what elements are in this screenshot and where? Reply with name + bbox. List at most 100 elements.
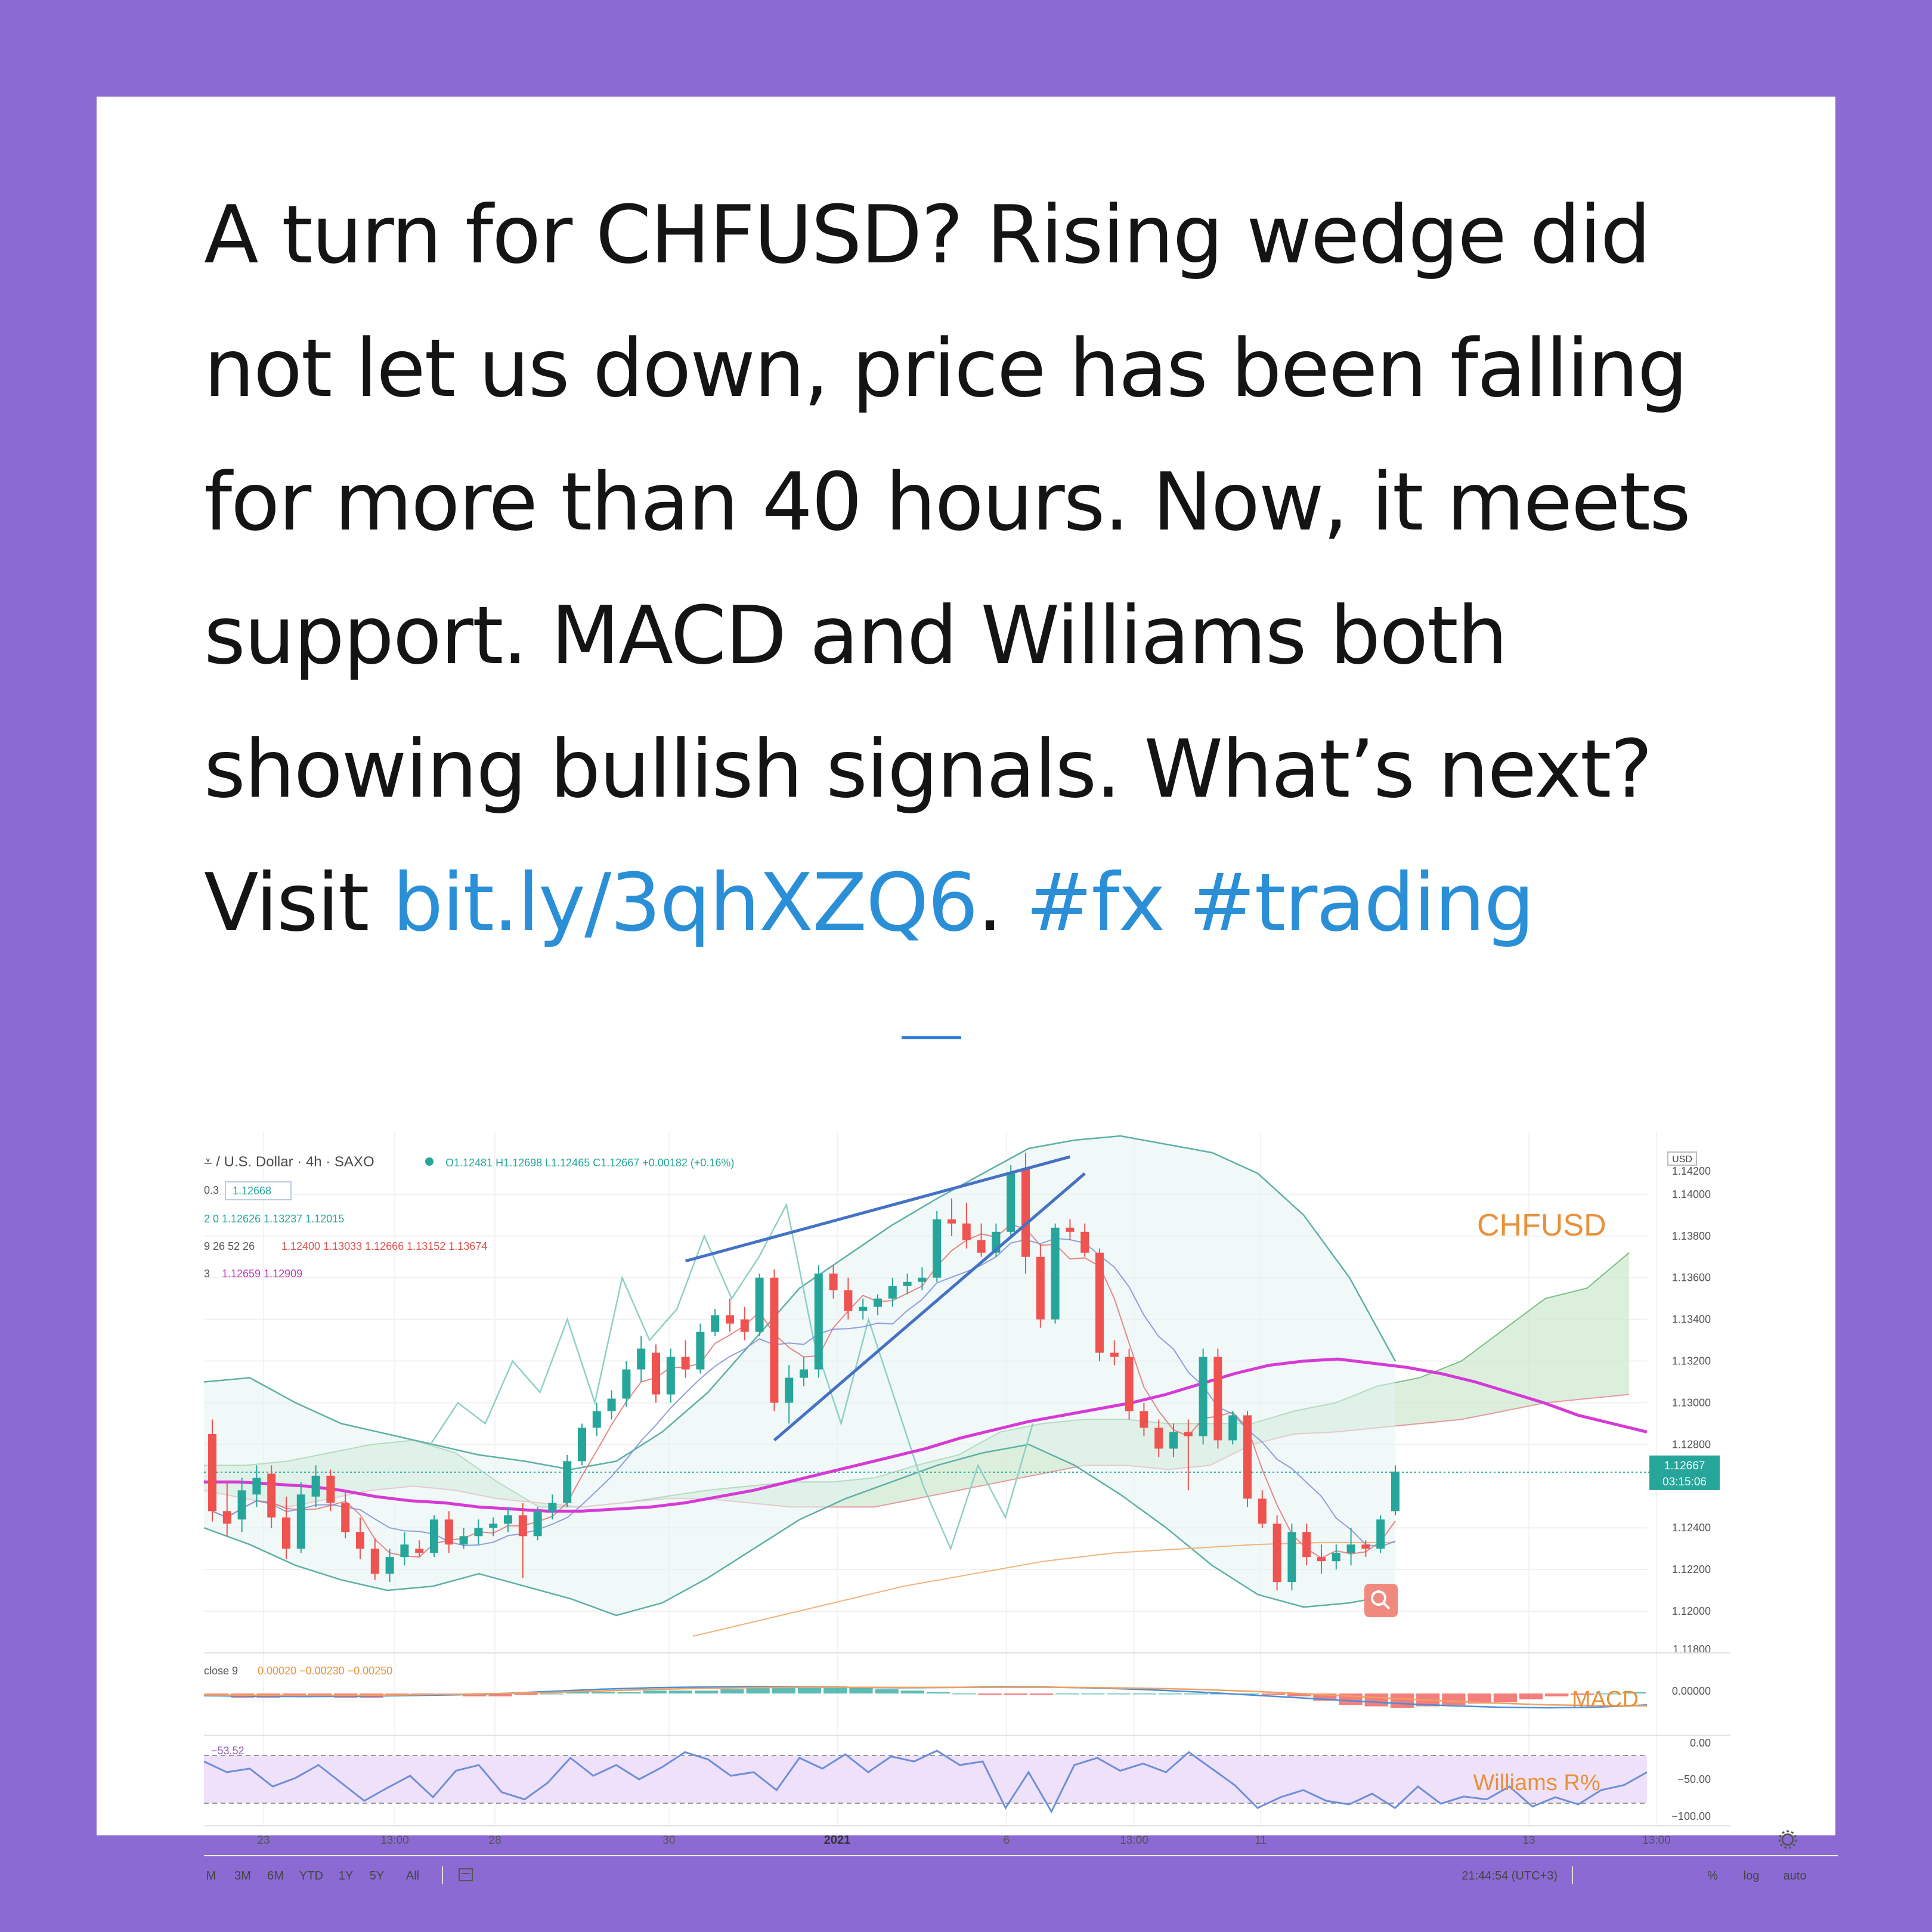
- goto-date-icon[interactable]: [459, 1868, 473, 1881]
- candle-body: [1007, 1173, 1015, 1232]
- candle-body: [385, 1557, 394, 1574]
- candle-body: [1243, 1415, 1252, 1499]
- legend-row2: 2 0 1.12626 1.13237 1.12015: [204, 1213, 344, 1225]
- candle-body: [607, 1398, 616, 1411]
- candle-body: [918, 1277, 927, 1282]
- macd-series: [204, 1686, 1648, 1709]
- candle-body: [1391, 1471, 1400, 1512]
- price-tick: 1.13200: [1672, 1355, 1711, 1367]
- candle-body: [326, 1475, 335, 1503]
- price-axis[interactable]: USD 1.14200 1.14000 1.13800 1.13600 1.13400…: [1649, 1151, 1720, 1655]
- macd-histogram-bar: [1184, 1693, 1208, 1695]
- time-tick: 13: [1522, 1834, 1535, 1847]
- currency-label: USD: [1672, 1154, 1692, 1165]
- macd-histogram-bar: [875, 1689, 899, 1693]
- candle-body: [874, 1298, 882, 1307]
- macd-histogram-bar: [978, 1693, 1002, 1695]
- candle-body: [1154, 1428, 1163, 1449]
- candle-body: [1332, 1553, 1340, 1562]
- time-tick: 13:00: [1642, 1834, 1671, 1847]
- macd-histogram-bar: [746, 1688, 770, 1693]
- macd-histogram-bar: [1055, 1693, 1079, 1695]
- candle-body: [829, 1273, 838, 1290]
- williams-label: Williams R%: [1473, 1770, 1600, 1795]
- macd-zero-tick: 0.00000: [1672, 1685, 1711, 1697]
- settings-gear-icon[interactable]: [1781, 1833, 1794, 1846]
- candle-body: [370, 1549, 379, 1574]
- candle-body: [859, 1306, 868, 1311]
- legend-row3-values: 1.12400 1.13033 1.12666 1.13152 1.13674: [281, 1240, 487, 1252]
- macd-histogram-bar: [617, 1692, 641, 1693]
- time-axis[interactable]: 23 13:00 28 30 2021 6 13:00 11 13 13:00: [204, 1825, 1797, 1849]
- candle-body: [1110, 1352, 1119, 1357]
- candle-body: [711, 1315, 720, 1332]
- price-tick: 1.12000: [1672, 1605, 1711, 1617]
- macd-histogram-bar: [1442, 1693, 1466, 1705]
- clock-timezone[interactable]: 21:44:54 (UTC+3): [1462, 1869, 1558, 1883]
- price-tick-top: 1.14200: [1672, 1165, 1711, 1177]
- percent-toggle[interactable]: %: [1707, 1869, 1718, 1883]
- macd-histogram-bar: [1364, 1693, 1388, 1707]
- hashtag-fx[interactable]: #fx: [1026, 856, 1166, 949]
- time-tick: 11: [1255, 1834, 1267, 1847]
- price-tick: 1.13000: [1672, 1397, 1711, 1408]
- candle-body: [430, 1519, 438, 1553]
- macd-legend-values: 0.00020 −0.00230 −0.00250: [258, 1665, 392, 1677]
- candle-body: [1317, 1557, 1326, 1562]
- candle-body: [977, 1240, 986, 1253]
- range-button[interactable]: YTD: [299, 1869, 323, 1883]
- macd-histogram-bar: [900, 1690, 924, 1693]
- chart-legend: ⩡ / U.S. Dollar · 4h · SAXO O1.12481 H1.…: [204, 1154, 734, 1280]
- candle-body: [681, 1357, 690, 1370]
- macd-label: MACD: [1572, 1687, 1639, 1712]
- ohlc-values: O1.12481 H1.12698 L1.12465 C1.12667 +0.0…: [445, 1157, 734, 1169]
- log-toggle[interactable]: log: [1744, 1869, 1760, 1883]
- macd-histogram-bar: [1261, 1693, 1285, 1695]
- macd-histogram-bar: [720, 1689, 744, 1693]
- symbol-title: ⩡ / U.S. Dollar · 4h · SAXO: [204, 1154, 374, 1170]
- short-link[interactable]: bit.ly/3qhXZQ6: [392, 856, 979, 949]
- hashtag-trading[interactable]: #trading: [1188, 856, 1534, 949]
- post-line: A turn for CHFUSD? Rising wedge did: [204, 188, 1651, 281]
- range-button[interactable]: 3M: [234, 1869, 251, 1883]
- candle-body: [1169, 1432, 1178, 1449]
- price-tick: 1.14000: [1672, 1188, 1711, 1200]
- time-tick: 6: [1004, 1834, 1010, 1847]
- candle-body: [726, 1315, 734, 1324]
- range-button[interactable]: M: [206, 1869, 216, 1883]
- macd-histogram-bar: [1107, 1693, 1131, 1695]
- macd-histogram-bar: [1519, 1693, 1543, 1699]
- candle-body: [459, 1536, 468, 1545]
- post-line: support. MACD and Williams both: [204, 589, 1508, 682]
- candle-body: [518, 1515, 527, 1537]
- candle-body: [1080, 1231, 1089, 1253]
- price-chart[interactable]: CHFUSD ⩡ / U.S. Dollar · 4h · SAXO O1.12…: [204, 1033, 1838, 1909]
- candle-body: [1125, 1357, 1134, 1411]
- williams-legend-value: −53.52: [211, 1745, 244, 1757]
- candle-body: [755, 1277, 764, 1332]
- candle-body: [592, 1411, 601, 1428]
- range-button[interactable]: 6M: [267, 1869, 284, 1883]
- range-button[interactable]: 1Y: [339, 1869, 353, 1883]
- post-text: A turn for CHFUSD? Rising wedge did not …: [204, 168, 1778, 970]
- candle-body: [903, 1281, 912, 1286]
- market-status-dot: [425, 1157, 434, 1166]
- post-line: showing bullish signals. What’s next?: [204, 723, 1653, 816]
- visit-text: Visit: [204, 856, 393, 949]
- zoom-button[interactable]: [1364, 1584, 1398, 1617]
- auto-toggle[interactable]: auto: [1784, 1869, 1807, 1883]
- candle-body: [888, 1286, 897, 1299]
- williams-tick-top: 0.00: [1690, 1737, 1711, 1749]
- candle-body: [770, 1277, 779, 1403]
- range-button[interactable]: 5Y: [370, 1869, 384, 1883]
- macd-histogram-bar: [1029, 1693, 1054, 1695]
- candle-body: [237, 1490, 246, 1520]
- candle-body: [1021, 1169, 1030, 1257]
- candle-body: [1095, 1252, 1104, 1353]
- range-button[interactable]: All: [406, 1869, 419, 1883]
- candle-body: [400, 1544, 409, 1558]
- time-tick: 13:00: [380, 1834, 409, 1847]
- time-tick: 28: [488, 1834, 501, 1847]
- time-tick: 23: [257, 1834, 270, 1847]
- post-line: not let us down, price has been falling: [204, 322, 1688, 415]
